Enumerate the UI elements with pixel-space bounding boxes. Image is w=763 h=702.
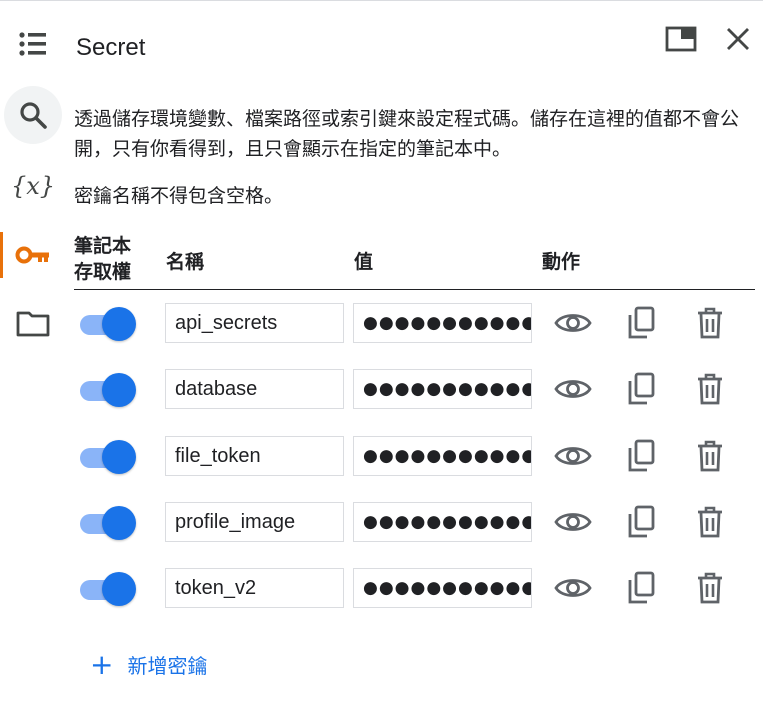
variables-icon: {x}	[10, 172, 56, 200]
name-column-header: 名稱	[166, 251, 205, 273]
delete-button[interactable]	[690, 305, 730, 341]
delete-button[interactable]	[690, 504, 730, 540]
toggle-visibility-button[interactable]	[553, 371, 593, 407]
key-icon	[15, 246, 49, 264]
panel-title: Secret	[76, 34, 146, 61]
table-row: ●●●●●●●●●●●●●●	[0, 301, 763, 347]
delete-button[interactable]	[690, 371, 730, 407]
secret-name-input[interactable]	[165, 502, 344, 542]
copy-button[interactable]	[621, 371, 661, 407]
table-row: ●●●●●●●●●●●●●●	[0, 566, 763, 612]
notebook-access-toggle[interactable]	[80, 439, 138, 475]
table-row: ●●●●●●●●●●●●●●	[0, 500, 763, 546]
visibility-icon	[554, 314, 592, 332]
variables-button[interactable]: {x}	[0, 157, 66, 215]
visibility-icon	[554, 513, 592, 531]
value-column-header: 值	[354, 251, 374, 273]
copy-icon	[628, 439, 655, 472]
toggle-visibility-button[interactable]	[553, 504, 593, 540]
copy-button[interactable]	[621, 504, 661, 540]
top-divider	[0, 0, 763, 1]
access-header-line1: 筆記本	[74, 235, 132, 257]
close-icon	[727, 28, 749, 50]
table-of-contents-button[interactable]	[0, 15, 66, 73]
name-rule-note: 密鑰名稱不得包含空格。	[74, 185, 284, 207]
notebook-access-toggle[interactable]	[80, 372, 138, 408]
notebook-access-toggle[interactable]	[80, 306, 138, 342]
copy-button[interactable]	[621, 305, 661, 341]
access-header-line2: 存取權	[74, 261, 132, 283]
open-in-tab-icon	[665, 26, 697, 52]
toggle-visibility-button[interactable]	[553, 570, 593, 606]
table-row: ●●●●●●●●●●●●●●	[0, 434, 763, 480]
copy-icon	[628, 306, 655, 339]
delete-icon	[698, 373, 722, 405]
copy-button[interactable]	[621, 438, 661, 474]
notebook-access-toggle[interactable]	[80, 571, 138, 607]
header-divider	[74, 289, 755, 290]
secret-name-input[interactable]	[165, 303, 344, 343]
secret-value-input[interactable]: ●●●●●●●●●●●●●●	[353, 436, 532, 476]
delete-icon	[698, 440, 722, 472]
toggle-visibility-button[interactable]	[553, 305, 593, 341]
copy-icon	[628, 372, 655, 405]
notebook-access-toggle[interactable]	[80, 505, 138, 541]
copy-icon	[628, 571, 655, 604]
open-in-tab-button[interactable]	[665, 24, 697, 54]
secret-name-input[interactable]	[165, 369, 344, 409]
delete-icon	[698, 572, 722, 604]
delete-button[interactable]	[690, 570, 730, 606]
delete-icon	[698, 506, 722, 538]
visibility-icon	[554, 380, 592, 398]
secret-name-input[interactable]	[165, 436, 344, 476]
copy-button[interactable]	[621, 570, 661, 606]
search-icon	[20, 102, 47, 129]
secrets-button[interactable]	[0, 226, 66, 284]
copy-icon	[628, 505, 655, 538]
visibility-icon	[554, 579, 592, 597]
add-secret-button[interactable]: + 新增密鑰	[90, 650, 207, 679]
secret-value-input[interactable]: ●●●●●●●●●●●●●●	[353, 568, 532, 608]
panel-description: 透過儲存環境變數、檔案路徑或索引鍵來設定程式碼。儲存在這裡的值都不會公開，只有你…	[74, 108, 740, 160]
table-row: ●●●●●●●●●●●●●●	[0, 367, 763, 413]
secret-value-input[interactable]: ●●●●●●●●●●●●●●	[353, 502, 532, 542]
toggle-visibility-button[interactable]	[553, 438, 593, 474]
delete-icon	[698, 307, 722, 339]
toc-icon	[19, 32, 46, 56]
access-column-header: 筆記本 存取權	[74, 233, 131, 285]
plus-icon: +	[90, 647, 114, 681]
actions-column-header: 動作	[542, 251, 581, 273]
secret-name-input[interactable]	[165, 568, 344, 608]
secret-value-input[interactable]: ●●●●●●●●●●●●●●	[353, 303, 532, 343]
add-secret-label: 新增密鑰	[127, 654, 208, 678]
search-button[interactable]	[4, 86, 62, 144]
secret-value-input[interactable]: ●●●●●●●●●●●●●●	[353, 369, 532, 409]
visibility-icon	[554, 447, 592, 465]
delete-button[interactable]	[690, 438, 730, 474]
close-button[interactable]	[722, 24, 754, 54]
